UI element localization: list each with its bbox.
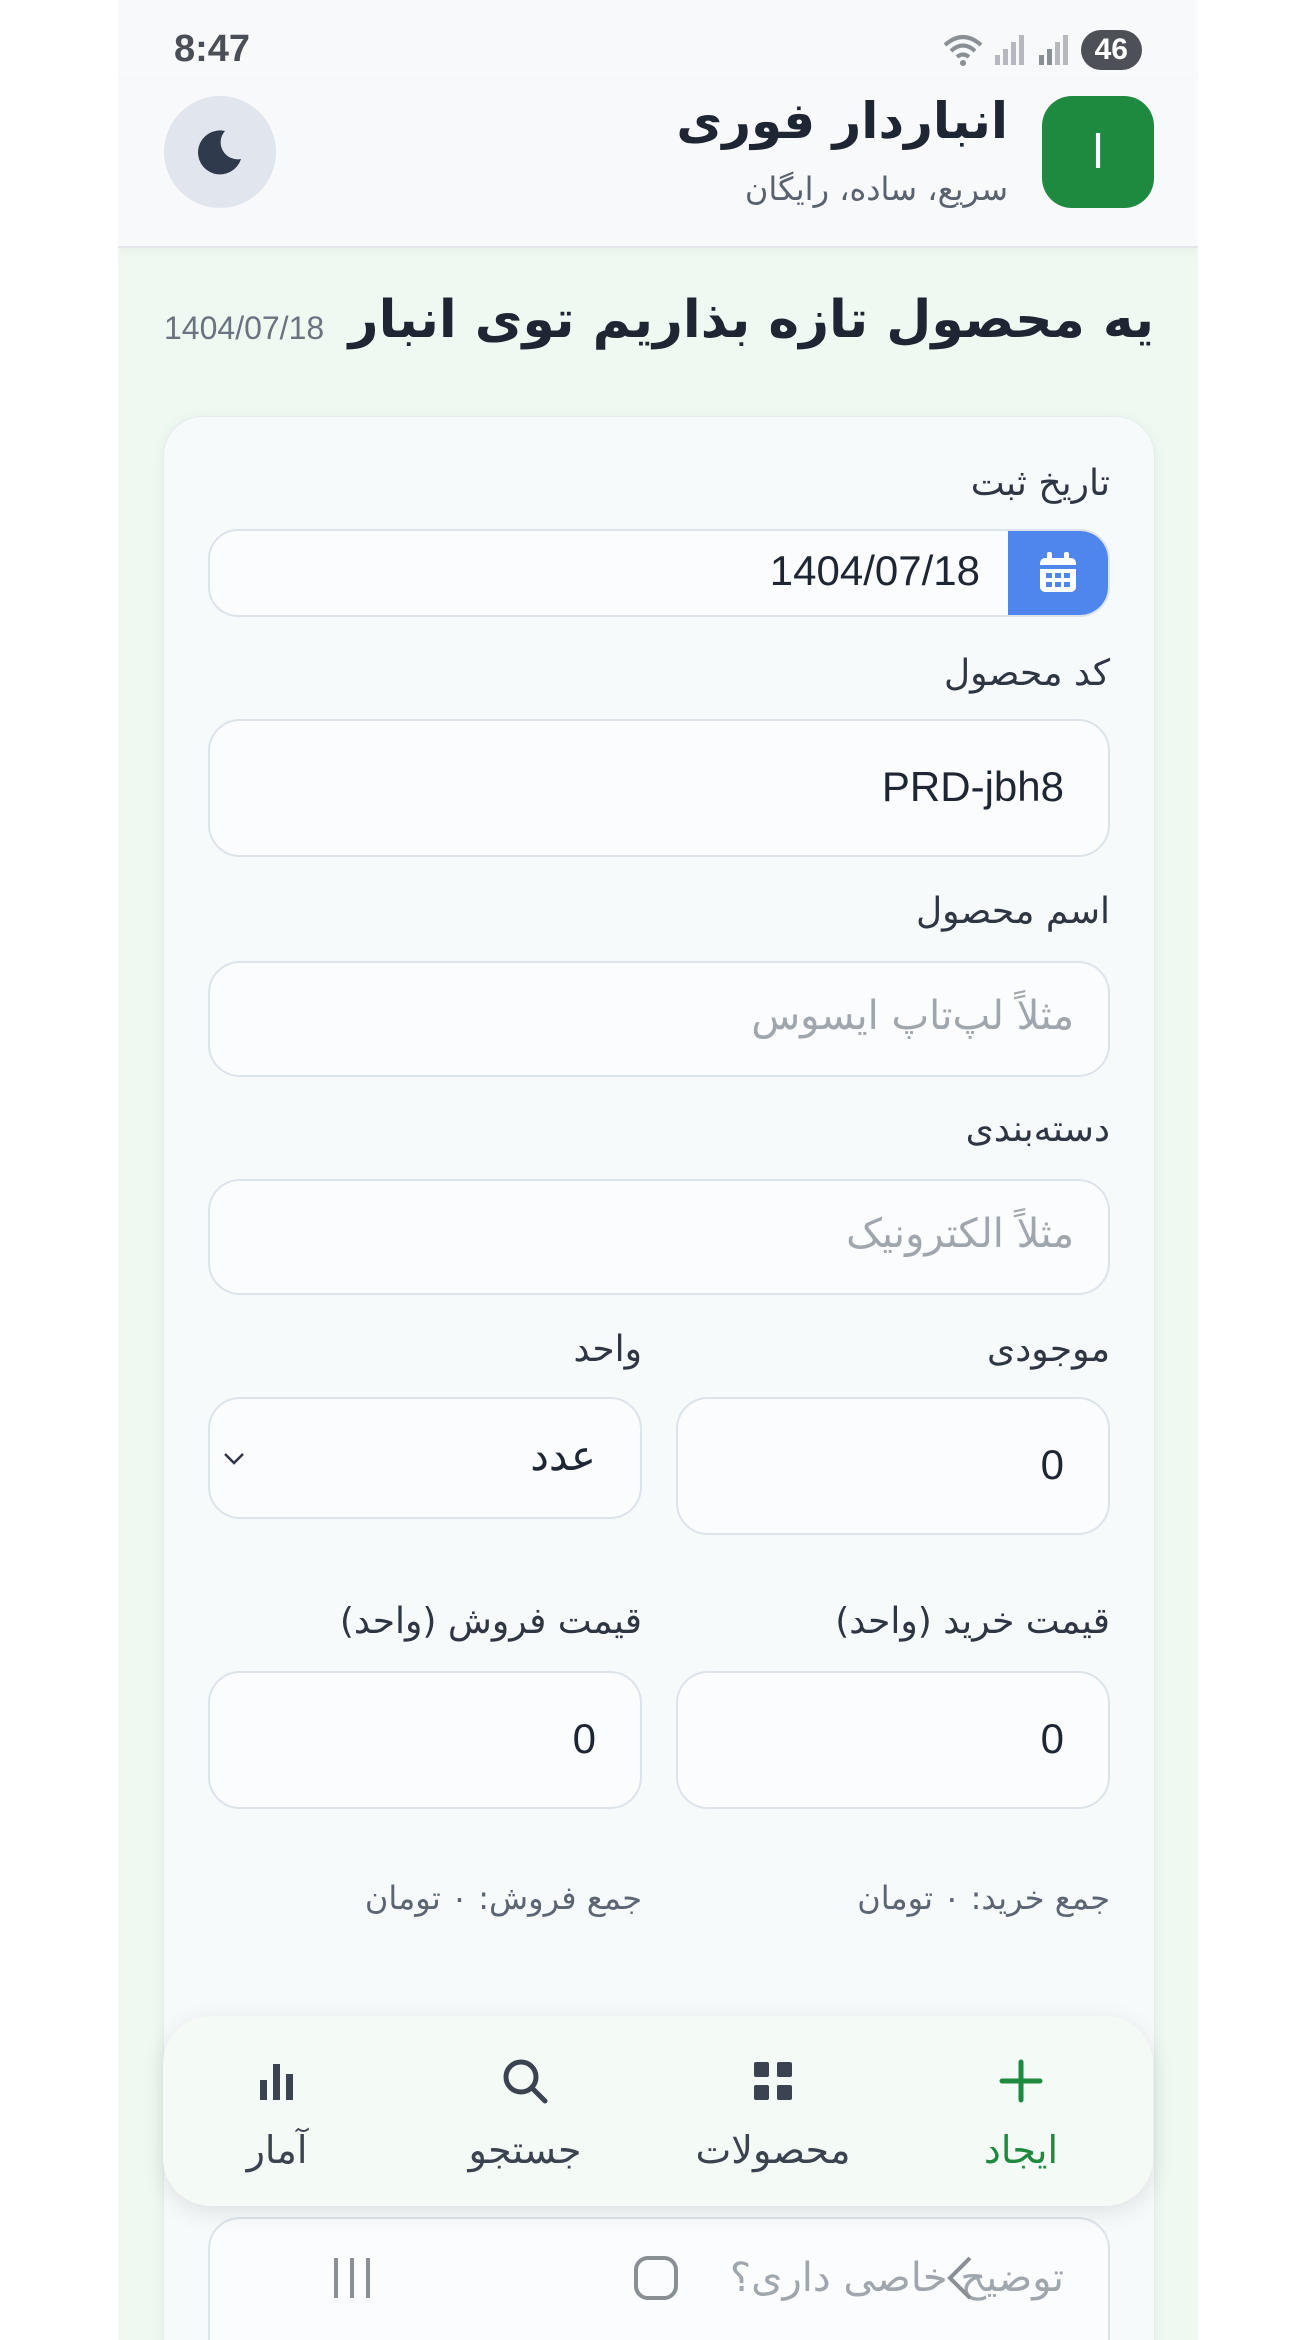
name-field[interactable]: مثلاً لپ‌تاپ ایسوس [208, 961, 1110, 1077]
stock-value: 0 [1040, 1441, 1064, 1488]
nav-stats[interactable]: آمار [167, 2046, 387, 2186]
sell-price-label: قیمت فروش (واحد) [339, 1601, 642, 1642]
sell-price-value: 0 [572, 1715, 596, 1762]
date-label: تاریخ ثبت [970, 463, 1110, 504]
nav-search[interactable]: جستجو [415, 2046, 635, 2186]
battery-indicator: 46 [1080, 30, 1142, 70]
theme-toggle-button[interactable] [164, 96, 276, 208]
back-icon[interactable] [938, 2254, 986, 2302]
nav-create-label: ایجاد [983, 2128, 1059, 2172]
code-value: PRD-jbh8 [881, 763, 1064, 810]
nav-stats-label: آمار [246, 2128, 308, 2172]
chevron-down-icon [224, 1453, 244, 1465]
name-placeholder: مثلاً لپ‌تاپ ایسوس [751, 993, 1074, 1039]
page-date: 1404/07/18 [164, 310, 325, 346]
nav-products-label: محصولات [695, 2128, 851, 2172]
calendar-icon [1040, 552, 1076, 592]
app-logo: ا [1042, 96, 1154, 208]
status-icons: 46 [943, 28, 1142, 72]
stock-field[interactable]: 0 [676, 1397, 1110, 1535]
home-icon[interactable] [632, 2254, 680, 2302]
nav-products[interactable]: محصولات [663, 2046, 883, 2186]
app-subtitle: سریع، ساده، رایگان [744, 170, 1008, 208]
moon-icon [198, 130, 241, 175]
nav-create[interactable]: ایجاد [911, 2046, 1131, 2186]
system-navigation-bar [118, 2240, 1198, 2340]
name-label: اسم محصول [915, 891, 1110, 932]
sell-total: جمع فروش: ۰ تومان [364, 1879, 642, 1917]
sell-price-field[interactable]: 0 [208, 1671, 642, 1809]
category-field[interactable]: مثلاً الکترونیک [208, 1179, 1110, 1295]
code-label: کد محصول [944, 653, 1110, 694]
app-header: ا انباردار فوری سریع، ساده، رایگان [118, 80, 1198, 248]
stock-label: موجودی [987, 1329, 1110, 1370]
app-title: انباردار فوری [676, 92, 1008, 150]
calendar-button[interactable] [1008, 531, 1108, 615]
grid-icon [754, 2062, 792, 2100]
wifi-icon [943, 35, 982, 66]
phone-screen: 8:47 46 ا انباردار فوری سریع، ساده، رایگ… [118, 0, 1198, 2340]
unit-value: عدد [530, 1432, 596, 1479]
nav-search-label: جستجو [468, 2128, 582, 2172]
page-title: یه محصول تازه بذاریم توی انبار [348, 290, 1154, 350]
buy-price-value: 0 [1040, 1715, 1064, 1762]
signal-icon [994, 35, 1024, 65]
code-field[interactable]: PRD-jbh8 [208, 719, 1110, 857]
buy-price-label: قیمت خرید (واحد) [835, 1601, 1110, 1642]
buy-price-field[interactable]: 0 [676, 1671, 1110, 1809]
date-value: 1404/07/18 [769, 547, 980, 594]
category-placeholder: مثلاً الکترونیک [846, 1211, 1074, 1257]
unit-select[interactable]: عدد [208, 1397, 642, 1519]
unit-label: واحد [573, 1329, 642, 1370]
date-field[interactable]: 1404/07/18 [208, 529, 1110, 617]
signal-icon-2 [1038, 35, 1068, 65]
recent-apps-icon[interactable] [328, 2254, 376, 2302]
status-time: 8:47 [174, 28, 251, 70]
plus-icon [999, 2059, 1043, 2103]
search-icon [503, 2059, 548, 2104]
buy-total: جمع خرید: ۰ تومان [857, 1879, 1110, 1917]
bar-chart-icon [260, 2064, 293, 2100]
category-label: دسته‌بندی [965, 1109, 1110, 1150]
bottom-navigation: ایجاد محصولات جستجو آمار [163, 2016, 1153, 2206]
status-bar: 8:47 46 [118, 0, 1198, 80]
